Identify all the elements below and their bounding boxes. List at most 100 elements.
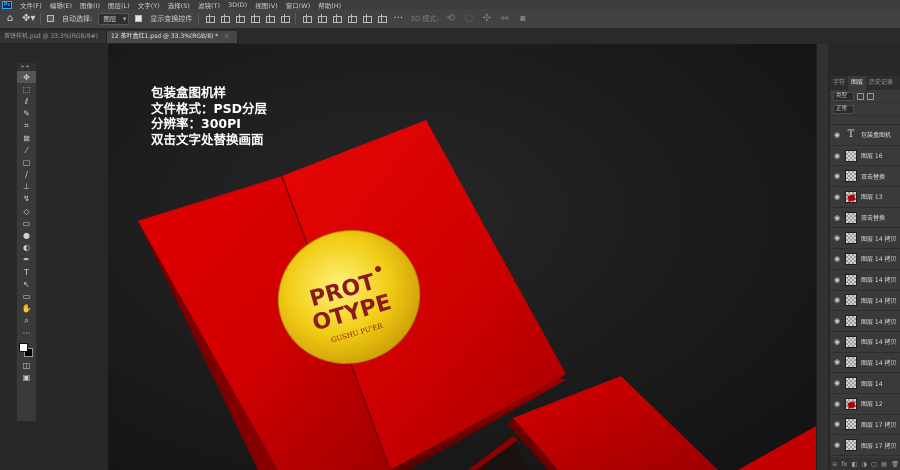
type-tool-icon[interactable]: T	[17, 266, 36, 278]
document-tab-active[interactable]: 12 茶叶盒红1.psd @ 33.3%(RGB/8) * ×	[107, 31, 239, 43]
move-tool-icon[interactable]: ✥	[17, 71, 36, 84]
more-tools-icon[interactable]: ···	[17, 327, 36, 339]
layer-row[interactable]: ◉ 图层 14 拷贝	[830, 311, 900, 332]
visibility-eye-icon[interactable]: ◉	[833, 296, 841, 304]
tab-character[interactable]: 字符	[830, 76, 848, 90]
frame-tool-icon[interactable]: ⊠	[17, 132, 36, 144]
visibility-eye-icon[interactable]: ◉	[833, 379, 841, 387]
quick-select-tool-icon[interactable]: ✎	[17, 108, 36, 120]
more-options-icon[interactable]: ···	[392, 13, 404, 24]
distribute-bottom-icon[interactable]	[332, 14, 343, 23]
brush-tool-icon[interactable]: ∕	[17, 169, 36, 181]
tab-history[interactable]: 历史记录	[866, 76, 896, 90]
new-layer-icon[interactable]: ▤	[881, 461, 887, 468]
visibility-eye-icon[interactable]: ◉	[833, 317, 841, 325]
group-icon[interactable]: ▢	[871, 461, 877, 468]
delete-layer-icon[interactable]: 🗑	[891, 461, 899, 468]
dodge-tool-icon[interactable]: ◐	[17, 242, 36, 254]
auto-select-checkbox[interactable]	[47, 15, 56, 23]
3d-roll-icon[interactable]: ◌	[463, 13, 475, 24]
visibility-eye-icon[interactable]: ◉	[833, 358, 841, 366]
hand-tool-icon[interactable]: ✋	[17, 303, 36, 315]
visibility-eye-icon[interactable]: ◉	[833, 276, 841, 284]
align-right-icon[interactable]	[280, 14, 291, 23]
filter-adjustment-icon[interactable]	[867, 92, 875, 100]
history-brush-tool-icon[interactable]: ↯	[17, 193, 36, 205]
document-canvas[interactable]: PROT OTYPE GUSHU PU'ER 包装盒图机样 文件格式：PSD分层…	[108, 44, 816, 470]
visibility-eye-icon[interactable]: ◉	[833, 214, 841, 222]
eraser-tool-icon[interactable]: ◇	[17, 205, 36, 217]
quick-mask-icon[interactable]: ◫	[17, 359, 36, 371]
path-select-tool-icon[interactable]: ↖	[17, 278, 36, 290]
move-tool-preset-icon[interactable]: ✥▾	[22, 13, 35, 24]
visibility-eye-icon[interactable]: ◉	[833, 441, 841, 449]
foreground-color-swatch[interactable]	[19, 343, 28, 353]
menu-3d[interactable]: 3D(D)	[224, 1, 251, 9]
visibility-eye-icon[interactable]: ◉	[833, 193, 841, 201]
align-top-icon[interactable]	[205, 14, 216, 23]
zoom-tool-icon[interactable]: ⌕	[17, 315, 36, 327]
3d-scale-icon[interactable]: ▪	[517, 13, 529, 24]
clone-stamp-tool-icon[interactable]: ⊥	[17, 181, 36, 193]
panel-grip-icon[interactable]: ▸▸	[17, 63, 36, 71]
layer-row[interactable]: ◉ 双击替换	[830, 166, 900, 188]
layer-row[interactable]: ◉ 双击替换	[830, 208, 900, 229]
layer-row[interactable]: ◉ 图层 12	[830, 394, 900, 415]
auto-select-target-dropdown[interactable]: 图层	[98, 12, 130, 25]
screen-mode-icon[interactable]: ▣	[17, 371, 36, 383]
distribute-right-icon[interactable]	[377, 14, 388, 23]
distribute-hcenter-icon[interactable]	[362, 14, 373, 23]
gradient-tool-icon[interactable]: ▭	[17, 217, 36, 229]
document-tab[interactable]: 茶饼样机.psd @ 33.3%(RGB/8#)	[0, 31, 108, 43]
panel-dock-strip[interactable]	[816, 44, 828, 470]
layer-filter-dropdown[interactable]: 类型	[833, 91, 855, 101]
filter-pixel-icon[interactable]	[857, 92, 865, 100]
healing-brush-tool-icon[interactable]: ▢	[17, 156, 36, 168]
3d-drag-icon[interactable]: ✣	[481, 13, 493, 24]
layer-row[interactable]: ◉ 图层 14 拷贝	[830, 353, 900, 374]
visibility-eye-icon[interactable]: ◉	[833, 400, 841, 408]
add-mask-icon[interactable]: ◧	[852, 461, 858, 468]
layer-row[interactable]: ◉ 图层 14 拷贝	[830, 332, 900, 353]
crop-tool-icon[interactable]: ⌗	[17, 120, 36, 132]
eyedropper-tool-icon[interactable]: ⁄	[17, 144, 36, 156]
align-vcenter-icon[interactable]	[220, 14, 231, 23]
layer-row[interactable]: ◉ 图层 14 拷贝	[830, 270, 900, 291]
layer-row[interactable]: ◉ 图层 14	[830, 373, 900, 394]
visibility-eye-icon[interactable]: ◉	[833, 152, 841, 160]
layer-row[interactable]: ◉ 图层 14 拷贝	[830, 249, 900, 270]
visibility-eye-icon[interactable]: ◉	[833, 172, 841, 180]
align-hcenter-icon[interactable]	[265, 14, 276, 23]
tab-layers[interactable]: 图层	[848, 76, 867, 90]
distribute-top-icon[interactable]	[302, 14, 313, 23]
adjustment-layer-icon[interactable]: ◑	[862, 461, 867, 468]
lasso-tool-icon[interactable]: ℓ	[17, 95, 36, 107]
align-bottom-icon[interactable]	[235, 14, 246, 23]
layer-row[interactable]: ◉ 图层 13	[830, 187, 900, 208]
layer-row[interactable]: ◉ 图层 14 拷贝	[830, 291, 900, 312]
align-left-icon[interactable]	[250, 14, 261, 23]
3d-slide-icon[interactable]: ⇔	[499, 13, 511, 24]
layer-row[interactable]: ◉ 图层 17 拷贝	[830, 415, 900, 436]
link-layers-icon[interactable]: ⊝	[832, 461, 837, 468]
layer-row[interactable]: ◉ T 包装盒图机	[830, 125, 900, 146]
visibility-eye-icon[interactable]: ◉	[833, 420, 841, 428]
visibility-eye-icon[interactable]: ◉	[833, 255, 841, 263]
blend-mode-dropdown[interactable]: 正常	[833, 104, 855, 114]
3d-rotate-icon[interactable]: ⟲	[445, 13, 457, 24]
show-transform-checkbox[interactable]	[135, 15, 144, 23]
pen-tool-icon[interactable]: ✒	[17, 254, 36, 266]
distribute-vcenter-icon[interactable]	[317, 14, 328, 23]
home-icon[interactable]: ⌂	[4, 13, 16, 24]
layer-row[interactable]: ◉ 图层 14 拷贝	[830, 228, 900, 250]
visibility-eye-icon[interactable]: ◉	[833, 338, 841, 346]
visibility-eye-icon[interactable]: ◉	[833, 234, 841, 242]
layer-row[interactable]: ◉ 图层 17 拷贝	[830, 435, 900, 456]
layer-row[interactable]: ◉ 图层 16	[830, 146, 900, 167]
blur-tool-icon[interactable]: ●	[17, 229, 36, 241]
fx-icon[interactable]: fx	[842, 461, 848, 468]
marquee-tool-icon[interactable]: ⬚	[17, 83, 36, 95]
visibility-eye-icon[interactable]: ◉	[833, 131, 841, 139]
shape-tool-icon[interactable]: ▭	[17, 290, 36, 302]
close-tab-icon[interactable]: ×	[224, 33, 229, 40]
